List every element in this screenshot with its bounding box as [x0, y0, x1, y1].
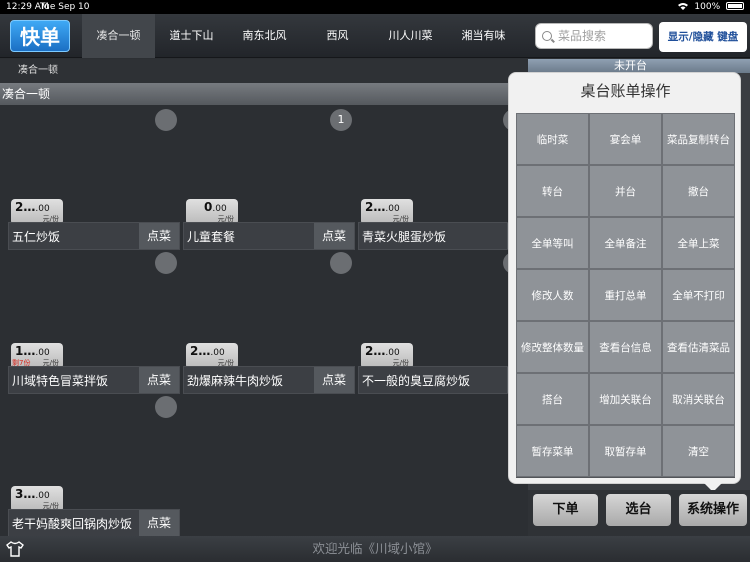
- dish-name: 青菜火腿蛋炒饭: [362, 230, 447, 244]
- dish-name: 不一般的臭豆腐炒饭: [362, 374, 471, 388]
- popover-button[interactable]: 并台: [589, 165, 662, 217]
- wifi-icon: [677, 3, 688, 10]
- dish-card[interactable]: 劲爆麻辣牛肉炒饭 点菜: [183, 366, 355, 394]
- popover-button[interactable]: 转台: [516, 165, 589, 217]
- popover-button[interactable]: 搭台: [516, 373, 589, 425]
- dish-card[interactable]: 不一般的臭豆腐炒饭 点: [358, 366, 528, 394]
- dish-card[interactable]: 五仁炒饭 点菜: [8, 222, 180, 250]
- popover-button[interactable]: 临时菜: [516, 113, 589, 165]
- battery-percent: 100%: [694, 2, 721, 12]
- popover-button[interactable]: 全单不打印: [662, 269, 735, 321]
- welcome-text: 欢迎光临《川域小馆》: [312, 541, 438, 556]
- page-dot: [330, 252, 352, 274]
- dish-card[interactable]: 儿童套餐 点菜: [183, 222, 355, 250]
- search-input[interactable]: [558, 27, 648, 45]
- app-logo[interactable]: 快单: [10, 20, 70, 52]
- dish-search[interactable]: [535, 23, 653, 49]
- tab-category-3[interactable]: 南东北风: [228, 14, 301, 58]
- popover-button[interactable]: 取暂存单: [589, 425, 662, 477]
- search-icon: [542, 31, 552, 41]
- status-right: 100%: [677, 0, 744, 14]
- group-title: 凑合一顿: [0, 83, 528, 105]
- dish-card[interactable]: 川域特色冒菜拌饭 点菜: [8, 366, 180, 394]
- popover-button-grid: 临时菜 宴会单 菜品复制转台 转台 并台 撤台 全单等叫 全单备注 全单上菜 修…: [516, 113, 735, 478]
- toggle-keyboard-button[interactable]: 显示/隐藏 键盘: [659, 22, 747, 52]
- order-button[interactable]: 点菜: [314, 367, 354, 393]
- select-table-button[interactable]: 选台: [606, 494, 671, 526]
- dish-name: 劲爆麻辣牛肉炒饭: [187, 374, 284, 388]
- status-date: Tue Sep 10: [40, 2, 90, 12]
- dish-name: 五仁炒饭: [12, 230, 61, 244]
- app-root: 12:29 AM Tue Sep 10 100% 快单 凑合一顿 道士下山 南东…: [0, 0, 750, 562]
- popover-button[interactable]: 重打总单: [589, 269, 662, 321]
- dish-name: 川域特色冒菜拌饭: [12, 374, 109, 388]
- popover-button[interactable]: 修改整体数量: [516, 321, 589, 373]
- popover-title: 桌台账单操作: [580, 82, 671, 100]
- popover-button[interactable]: 宴会单: [589, 113, 662, 165]
- page-dot: 1: [330, 109, 352, 131]
- popover-button[interactable]: 撤台: [662, 165, 735, 217]
- page-dot: [155, 109, 177, 131]
- place-order-button[interactable]: 下单: [533, 494, 598, 526]
- popover-button[interactable]: 全单备注: [589, 217, 662, 269]
- popover-button[interactable]: 全单等叫: [516, 217, 589, 269]
- category-tabs: 凑合一顿 道士下山 南东北风 西风 川人川菜 湘当有味: [82, 14, 520, 58]
- breadcrumb-row: 凑合一顿: [0, 59, 528, 83]
- popover-button[interactable]: 菜品复制转台: [662, 113, 735, 165]
- order-button[interactable]: 点菜: [139, 510, 179, 536]
- popover-button[interactable]: 清空: [662, 425, 735, 477]
- battery-icon: [726, 2, 744, 10]
- dish-card[interactable]: 老干妈酸爽回锅肉炒饭 点菜: [8, 509, 180, 537]
- top-header: 快单 凑合一顿 道士下山 南东北风 西风 川人川菜 湘当有味 显示/隐藏 键盘: [0, 14, 750, 58]
- status-bar: 12:29 AM Tue Sep 10 100%: [0, 0, 750, 14]
- table-bill-popover: 桌台账单操作 临时菜 宴会单 菜品复制转台 转台 并台 撤台 全单等叫 全单备注…: [508, 72, 741, 492]
- dish-name: 儿童套餐: [187, 230, 236, 244]
- popover-button[interactable]: 修改人数: [516, 269, 589, 321]
- action-bar: 下单 选台 系统操作: [528, 490, 750, 536]
- tab-category-2[interactable]: 道士下山: [155, 14, 228, 58]
- table-status: 未开台: [528, 59, 750, 73]
- popover-button[interactable]: 暂存菜单: [516, 425, 589, 477]
- tab-category-1[interactable]: 凑合一顿: [82, 14, 155, 58]
- tab-category-5[interactable]: 川人川菜: [374, 14, 447, 58]
- order-button[interactable]: 点菜: [314, 223, 354, 249]
- popover-button[interactable]: 增加关联台: [589, 373, 662, 425]
- system-operations-button[interactable]: 系统操作: [679, 494, 747, 526]
- dish-name: 老干妈酸爽回锅肉炒饭: [12, 517, 133, 531]
- popover-button[interactable]: 查看估清菜品: [662, 321, 735, 373]
- popover-button[interactable]: 查看台信息: [589, 321, 662, 373]
- page-dot: [155, 252, 177, 274]
- popover-button[interactable]: 取消关联台: [662, 373, 735, 425]
- tab-category-4[interactable]: 西风: [301, 14, 374, 58]
- tab-category-6[interactable]: 湘当有味: [447, 14, 520, 58]
- dish-card[interactable]: 青菜火腿蛋炒饭 点: [358, 222, 528, 250]
- page-dot: [155, 396, 177, 418]
- dish-grid: 1 2….00 元/份 五仁炒饭 点菜 0.00 元/份 儿童套餐 点菜 2….…: [0, 105, 528, 537]
- breadcrumb[interactable]: 凑合一顿: [3, 61, 73, 81]
- order-button[interactable]: 点菜: [139, 223, 179, 249]
- footer-bar: 欢迎光临《川域小馆》: [0, 536, 750, 562]
- popover-button[interactable]: 全单上菜: [662, 217, 735, 269]
- order-button[interactable]: 点菜: [139, 367, 179, 393]
